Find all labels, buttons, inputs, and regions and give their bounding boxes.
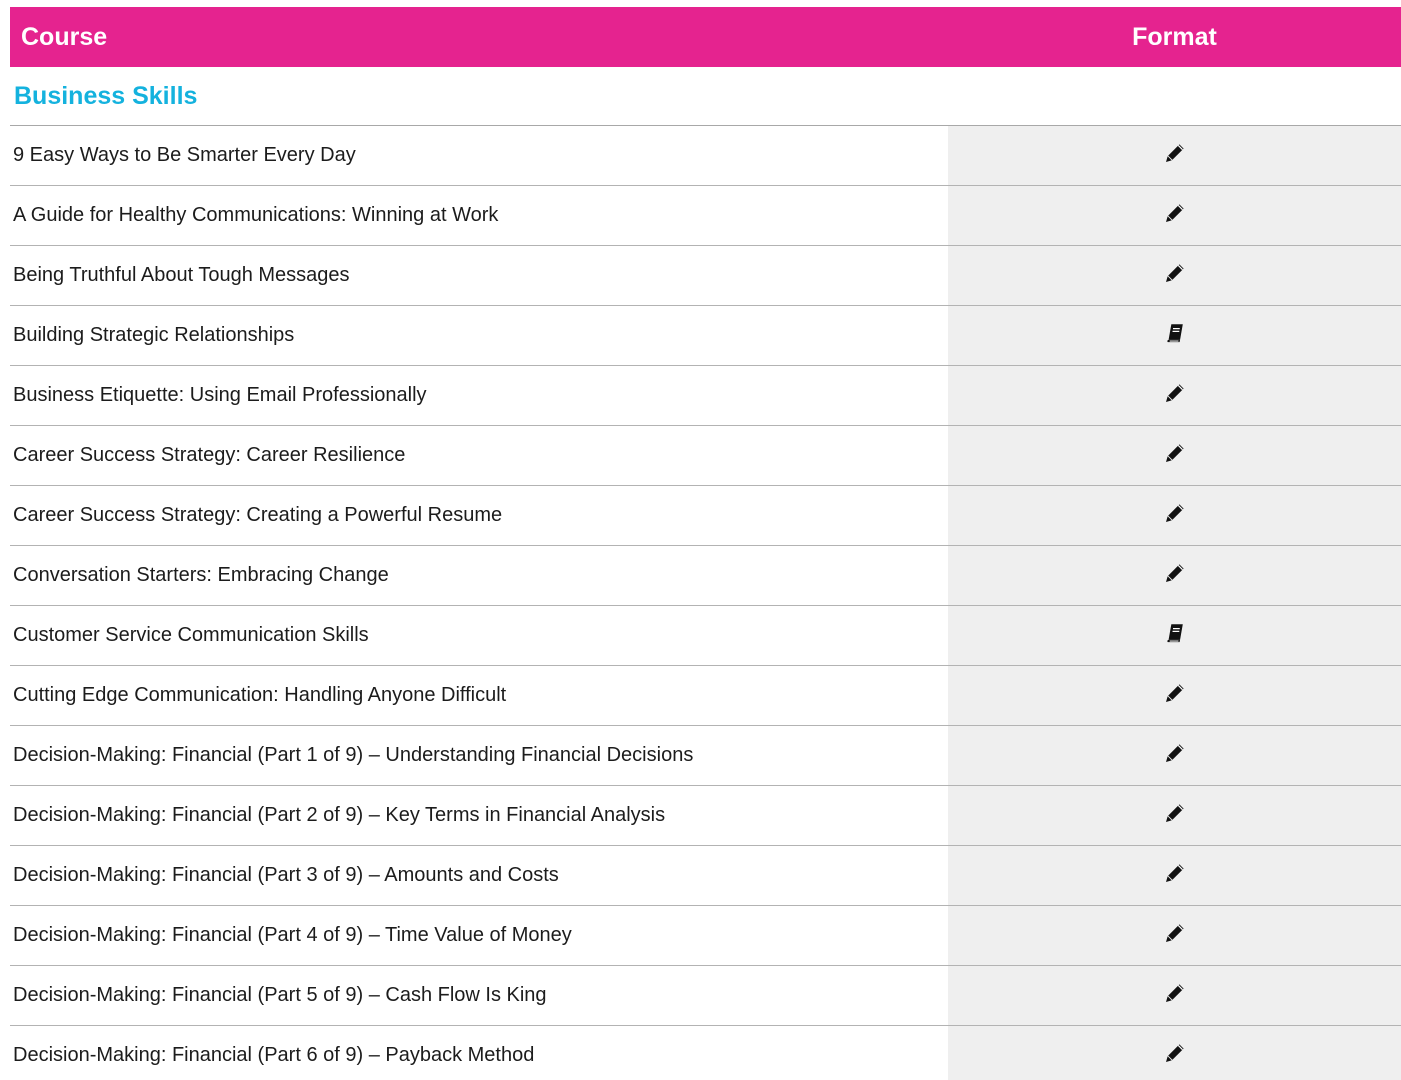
format-cell — [948, 846, 1401, 905]
format-cell — [948, 126, 1401, 185]
format-cell — [948, 666, 1401, 725]
pencil-icon — [1165, 1043, 1184, 1062]
table-row: Decision-Making: Financial (Part 4 of 9)… — [10, 906, 1401, 966]
pencil-icon — [1165, 503, 1184, 522]
pencil-icon — [1165, 863, 1184, 882]
course-title: Decision-Making: Financial (Part 4 of 9)… — [13, 924, 572, 946]
course-title: Business Etiquette: Using Email Professi… — [13, 384, 427, 406]
course-title: Cutting Edge Communication: Handling Any… — [13, 684, 507, 706]
table-row: Decision-Making: Financial (Part 2 of 9)… — [10, 786, 1401, 846]
table-row: Decision-Making: Financial (Part 5 of 9)… — [10, 966, 1401, 1026]
pencil-icon — [1165, 923, 1184, 942]
format-cell — [948, 606, 1401, 665]
format-cell — [948, 726, 1401, 785]
pencil-icon — [1165, 983, 1184, 1002]
pencil-icon — [1165, 383, 1184, 402]
table-row: 9 Easy Ways to Be Smarter Every Day — [10, 126, 1401, 186]
table-row: Cutting Edge Communication: Handling Any… — [10, 666, 1401, 726]
format-cell — [948, 546, 1401, 605]
course-title: Decision-Making: Financial (Part 6 of 9)… — [13, 1044, 535, 1066]
course-title: Career Success Strategy: Career Resilien… — [13, 444, 406, 466]
format-cell — [948, 786, 1401, 845]
course-title: Decision-Making: Financial (Part 1 of 9)… — [13, 744, 694, 766]
course-catalog-page: Course Format Business Skills 9 Easy Way… — [0, 0, 1401, 1080]
format-cell — [948, 246, 1401, 305]
pencil-icon — [1165, 203, 1184, 222]
table-row: Customer Service Communication Skills — [10, 606, 1401, 666]
course-title: Career Success Strategy: Creating a Powe… — [13, 504, 503, 526]
format-cell — [948, 306, 1401, 365]
section-title: Business Skills — [10, 67, 1401, 126]
table-body: 9 Easy Ways to Be Smarter Every Day A Gu… — [10, 126, 1401, 1080]
table-row: Career Success Strategy: Creating a Powe… — [10, 486, 1401, 546]
format-cell — [948, 1026, 1401, 1080]
table-row: Decision-Making: Financial (Part 1 of 9)… — [10, 726, 1401, 786]
table-row: Decision-Making: Financial (Part 6 of 9)… — [10, 1026, 1401, 1080]
pencil-icon — [1165, 803, 1184, 822]
course-title: Conversation Starters: Embracing Change — [13, 564, 389, 586]
table-header: Course Format — [10, 7, 1401, 67]
format-cell — [948, 426, 1401, 485]
format-cell — [948, 966, 1401, 1025]
format-cell — [948, 906, 1401, 965]
book-icon — [1166, 623, 1183, 642]
pencil-icon — [1165, 683, 1184, 702]
course-title: Being Truthful About Tough Messages — [13, 264, 350, 286]
pencil-icon — [1165, 263, 1184, 282]
course-title: Building Strategic Relationships — [13, 324, 295, 346]
course-title: Decision-Making: Financial (Part 2 of 9)… — [13, 804, 666, 826]
course-title: A Guide for Healthy Communications: Winn… — [13, 204, 499, 226]
format-cell — [948, 486, 1401, 545]
format-cell — [948, 366, 1401, 425]
table-row: Decision-Making: Financial (Part 3 of 9)… — [10, 846, 1401, 906]
column-header-course: Course — [21, 22, 108, 51]
course-title: Decision-Making: Financial (Part 5 of 9)… — [13, 984, 547, 1006]
pencil-icon — [1165, 143, 1184, 162]
course-title: Customer Service Communication Skills — [13, 624, 369, 646]
course-table: Course Format Business Skills 9 Easy Way… — [10, 7, 1401, 1080]
course-title: Decision-Making: Financial (Part 3 of 9)… — [13, 864, 559, 886]
table-row: Business Etiquette: Using Email Professi… — [10, 366, 1401, 426]
column-header-format: Format — [1132, 22, 1217, 51]
table-row: Conversation Starters: Embracing Change — [10, 546, 1401, 606]
pencil-icon — [1165, 443, 1184, 462]
pencil-icon — [1165, 743, 1184, 762]
table-row: Being Truthful About Tough Messages — [10, 246, 1401, 306]
table-row: A Guide for Healthy Communications: Winn… — [10, 186, 1401, 246]
table-row: Career Success Strategy: Career Resilien… — [10, 426, 1401, 486]
format-cell — [948, 186, 1401, 245]
course-title: 9 Easy Ways to Be Smarter Every Day — [13, 144, 356, 166]
book-icon — [1166, 323, 1183, 342]
table-row: Building Strategic Relationships — [10, 306, 1401, 366]
pencil-icon — [1165, 563, 1184, 582]
